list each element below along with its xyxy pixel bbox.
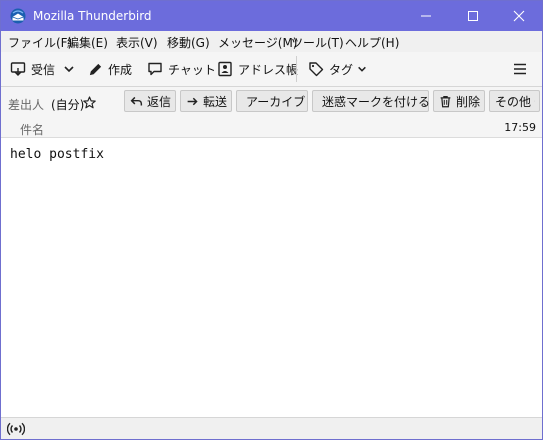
menu-view[interactable]: 表示(V)	[116, 34, 158, 51]
message-body: helo postfix	[10, 147, 104, 162]
minimize-icon	[421, 15, 431, 17]
online-status-icon[interactable]	[7, 422, 25, 436]
maximize-icon	[468, 11, 478, 21]
chat-bubble-icon	[148, 62, 162, 76]
junk-label: 迷惑マークを付ける	[322, 94, 431, 109]
address-book-label: アドレス帳	[238, 62, 299, 77]
archive-button[interactable]: アーカイブ	[236, 90, 308, 112]
maximize-button[interactable]	[450, 1, 496, 31]
more-button[interactable]: その他	[489, 90, 540, 112]
chat-label: チャット	[168, 62, 216, 77]
tag-icon	[309, 62, 324, 77]
chevron-down-icon	[534, 100, 535, 102]
reply-icon	[130, 96, 143, 106]
from-label: 差出人	[8, 98, 45, 112]
archive-label: アーカイブ	[246, 94, 306, 109]
star-icon[interactable]	[83, 96, 96, 109]
reply-label: 返信	[146, 94, 171, 109]
main-toolbar: 受信 作成 チャット アドレス帳 タグ	[1, 52, 542, 87]
window-title: Mozilla Thunderbird	[33, 9, 152, 23]
address-book-icon	[218, 61, 232, 77]
close-icon	[513, 10, 525, 22]
pencil-icon	[89, 63, 102, 75]
menu-message[interactable]: メッセージ(M)	[218, 34, 297, 51]
message-header: 差出人 (自分) 返信 転送 アーカイブ 迷惑マークを付ける 削除 その他 件名…	[1, 87, 542, 138]
tag-button[interactable]: タグ	[308, 57, 367, 81]
chevron-down-icon	[64, 66, 74, 73]
menu-go[interactable]: 移動(G)	[167, 34, 210, 51]
chat-button[interactable]: チャット	[147, 57, 216, 81]
minimize-button[interactable]	[403, 1, 449, 31]
menu-file[interactable]: ファイル(F)	[8, 34, 72, 51]
menu-tools[interactable]: ツール(T)	[291, 34, 344, 51]
app-menu-button[interactable]	[513, 57, 527, 81]
hamburger-menu-icon	[514, 63, 526, 75]
status-bar	[1, 417, 542, 439]
write-label: 作成	[108, 62, 133, 77]
subject-label: 件名	[20, 123, 45, 137]
more-label: その他	[495, 94, 532, 109]
forward-icon	[187, 97, 198, 105]
toolbar-separator	[296, 56, 297, 82]
reply-button[interactable]: 返信	[124, 90, 176, 112]
write-button[interactable]: 作成	[88, 57, 132, 81]
title-bar: Mozilla Thunderbird	[1, 1, 542, 31]
thunderbird-window: Mozilla Thunderbird ファイル(F) 編集(E) 表示(V) …	[0, 0, 543, 440]
menu-edit[interactable]: 編集(E)	[67, 34, 108, 51]
message-time: 17:59	[504, 121, 536, 134]
chevron-down-icon	[358, 66, 366, 72]
delete-button[interactable]: 削除	[433, 90, 485, 112]
trash-icon	[440, 95, 451, 107]
get-mail-icon	[10, 62, 26, 76]
address-book-button[interactable]: アドレス帳	[217, 57, 298, 81]
menu-help[interactable]: ヘルプ(H)	[345, 34, 399, 51]
thunderbird-logo-icon	[10, 8, 26, 24]
get-mail-button[interactable]: 受信	[10, 57, 55, 81]
tag-label: タグ	[329, 62, 354, 77]
from-value[interactable]: (自分)	[51, 96, 84, 113]
forward-label: 転送	[202, 94, 227, 109]
delete-label: 削除	[455, 94, 480, 109]
get-mail-label: 受信	[31, 62, 56, 77]
menu-bar: ファイル(F) 編集(E) 表示(V) 移動(G) メッセージ(M) ツール(T…	[1, 31, 542, 52]
close-button[interactable]	[496, 1, 542, 31]
get-mail-dropdown[interactable]	[63, 57, 75, 81]
junk-button[interactable]: 迷惑マークを付ける	[312, 90, 431, 112]
forward-button[interactable]: 転送	[180, 90, 232, 112]
